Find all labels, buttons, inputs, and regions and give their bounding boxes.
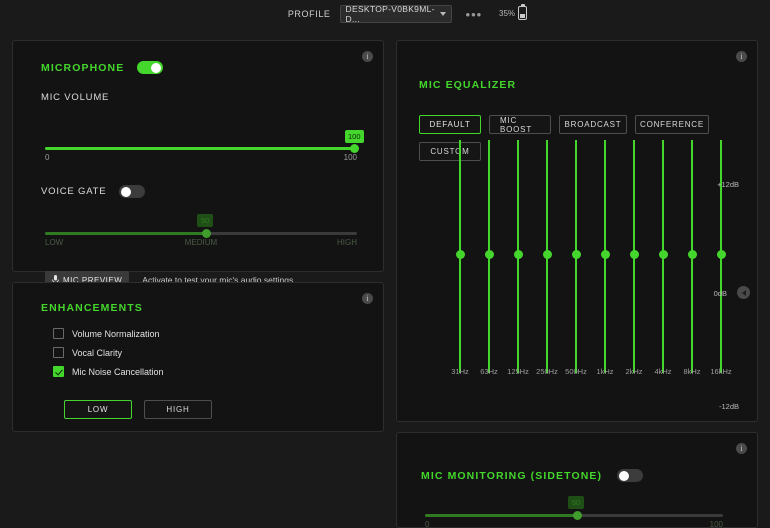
slider-fill — [45, 232, 207, 235]
eq-freq-label: 4kHz — [654, 367, 672, 376]
mic-monitoring-min-label: 0 — [425, 520, 430, 528]
mic-monitoring-title: MIC MONITORING (SIDETONE) — [421, 469, 603, 482]
voice-gate-value-bubble: 50 — [197, 214, 213, 227]
eq-freq-label: 2kHz — [625, 367, 643, 376]
battery-percent-label: 35% — [499, 8, 516, 18]
eq-freq-label: 1kHz — [596, 367, 614, 376]
eq-freq-label: 63Hz — [480, 367, 498, 376]
checkbox-row-volume-normalization[interactable]: Volume Normalization — [53, 328, 164, 339]
main-content: i MICROPHONE MIC VOLUME 100 0 100 VOICE … — [0, 28, 770, 528]
eq-handle[interactable] — [716, 250, 726, 259]
voice-gate-toggle[interactable] — [119, 185, 146, 198]
info-icon[interactable]: i — [736, 51, 747, 62]
microphone-card: i MICROPHONE MIC VOLUME 100 0 100 VOICE … — [12, 40, 384, 289]
eq-band-16khz[interactable]: 16kHz — [710, 137, 732, 376]
battery-icon — [518, 4, 528, 20]
eq-band-4khz[interactable]: 4kHz — [652, 137, 674, 376]
eq-handle[interactable] — [542, 250, 552, 259]
mic-monitoring-card: i MIC MONITORING (SIDETONE) 50 0 100 — [396, 432, 758, 528]
noise-cancellation-high-button[interactable]: HIGH — [144, 400, 212, 419]
eq-scale-mid-label: 0dB — [713, 289, 727, 298]
eq-handle[interactable] — [658, 250, 668, 259]
eq-handle[interactable] — [455, 250, 465, 259]
eq-band-250hz[interactable]: 250Hz — [536, 137, 558, 376]
noise-cancellation-low-button[interactable]: LOW — [64, 400, 132, 419]
mic-volume-min-label: 0 — [45, 153, 50, 162]
voice-gate-mid-label: MEDIUM — [184, 238, 218, 247]
info-icon[interactable]: i — [736, 443, 747, 454]
eq-band-500hz[interactable]: 500Hz — [565, 137, 587, 376]
eq-scale-bottom-label: -12dB — [718, 402, 739, 411]
more-options-button[interactable]: ••• — [466, 8, 483, 21]
eq-band-125hz[interactable]: 125Hz — [507, 137, 529, 376]
eq-band-8khz[interactable]: 8kHz — [681, 137, 703, 376]
eq-handle[interactable] — [600, 250, 610, 259]
eq-band-1khz[interactable]: 1kHz — [594, 137, 616, 376]
eq-freq-label: 250Hz — [536, 367, 558, 376]
enhancements-card: i ENHANCEMENTS Volume Normalization Voca… — [12, 282, 384, 432]
preset-conference-button[interactable]: CONFERENCE — [635, 115, 709, 134]
equalizer-card: i MIC EQUALIZER DEFAULT MIC BOOST BROADC… — [396, 40, 758, 422]
preset-mic-boost-button[interactable]: MIC BOOST — [489, 115, 551, 134]
slider-handle[interactable] — [202, 228, 211, 238]
checkbox-label: Volume Normalization — [72, 328, 160, 339]
checkbox-label: Mic Noise Cancellation — [72, 366, 164, 377]
eq-freq-label: 31Hz — [451, 367, 469, 376]
mic-volume-label: MIC VOLUME — [41, 92, 110, 103]
eq-handle[interactable] — [571, 250, 581, 259]
chevron-down-icon — [439, 12, 446, 16]
mic-volume-value-bubble: 100 — [345, 130, 364, 143]
checkbox-vocal-clarity[interactable] — [53, 347, 64, 358]
eq-freq-label: 8kHz — [683, 367, 701, 376]
battery-status: 35% — [499, 4, 528, 20]
arrow-left-icon[interactable] — [737, 286, 750, 299]
eq-scale-top-label: +12dB — [717, 180, 739, 189]
checkbox-row-vocal-clarity[interactable]: Vocal Clarity — [53, 347, 164, 358]
microphone-toggle[interactable] — [137, 61, 164, 74]
voice-gate-min-label: LOW — [45, 238, 64, 247]
info-icon[interactable]: i — [362, 51, 373, 62]
enhancements-title: ENHANCEMENTS — [41, 302, 143, 314]
eq-handle[interactable] — [687, 250, 697, 259]
toggle-knob — [121, 186, 132, 197]
mic-monitoring-toggle[interactable] — [617, 469, 644, 482]
microphone-title: MICROPHONE — [41, 61, 125, 74]
toggle-knob — [151, 62, 162, 73]
eq-band-63hz[interactable]: 63Hz — [478, 137, 500, 376]
checkbox-volume-normalization[interactable] — [53, 328, 64, 339]
slider-handle[interactable] — [573, 510, 582, 520]
eq-handle[interactable] — [484, 250, 494, 259]
eq-band-2khz[interactable]: 2kHz — [623, 137, 645, 376]
equalizer-title: MIC EQUALIZER — [419, 79, 517, 91]
eq-freq-label: 500Hz — [565, 367, 587, 376]
profile-label: PROFILE — [287, 9, 331, 19]
equalizer-bands: 31Hz 63Hz 125Hz 250Hz 500Hz 1kHz 2kHz 4k… — [419, 137, 739, 402]
mic-volume-max-label: 100 — [343, 153, 357, 162]
voice-gate-max-label: HIGH — [337, 238, 357, 247]
slider-fill — [45, 147, 357, 150]
checkbox-mic-noise-cancellation[interactable] — [53, 366, 64, 377]
top-bar: PROFILE DESKTOP-V0BK9ML-D... ••• 35% — [0, 0, 770, 28]
voice-gate-label: VOICE GATE — [41, 186, 107, 197]
mic-monitoring-value-bubble: 50 — [568, 496, 584, 509]
eq-handle[interactable] — [513, 250, 523, 259]
profile-dropdown-value: DESKTOP-V0BK9ML-D... — [345, 4, 435, 24]
eq-handle[interactable] — [629, 250, 639, 259]
toggle-knob — [619, 470, 630, 481]
slider-handle[interactable] — [350, 143, 359, 153]
profile-dropdown[interactable]: DESKTOP-V0BK9ML-D... — [339, 4, 452, 24]
mic-monitoring-max-label: 100 — [709, 520, 723, 528]
eq-band-31hz[interactable]: 31Hz — [449, 137, 471, 376]
checkbox-row-mic-noise-cancellation[interactable]: Mic Noise Cancellation — [53, 366, 164, 377]
eq-freq-label: 16kHz — [710, 367, 732, 376]
preset-default-button[interactable]: DEFAULT — [419, 115, 481, 134]
checkbox-label: Vocal Clarity — [72, 347, 123, 358]
info-icon[interactable]: i — [362, 293, 373, 304]
slider-fill — [425, 514, 577, 517]
eq-freq-label: 125Hz — [507, 367, 529, 376]
arrow-left-glyph — [741, 289, 746, 296]
preset-broadcast-button[interactable]: BROADCAST — [559, 115, 627, 134]
